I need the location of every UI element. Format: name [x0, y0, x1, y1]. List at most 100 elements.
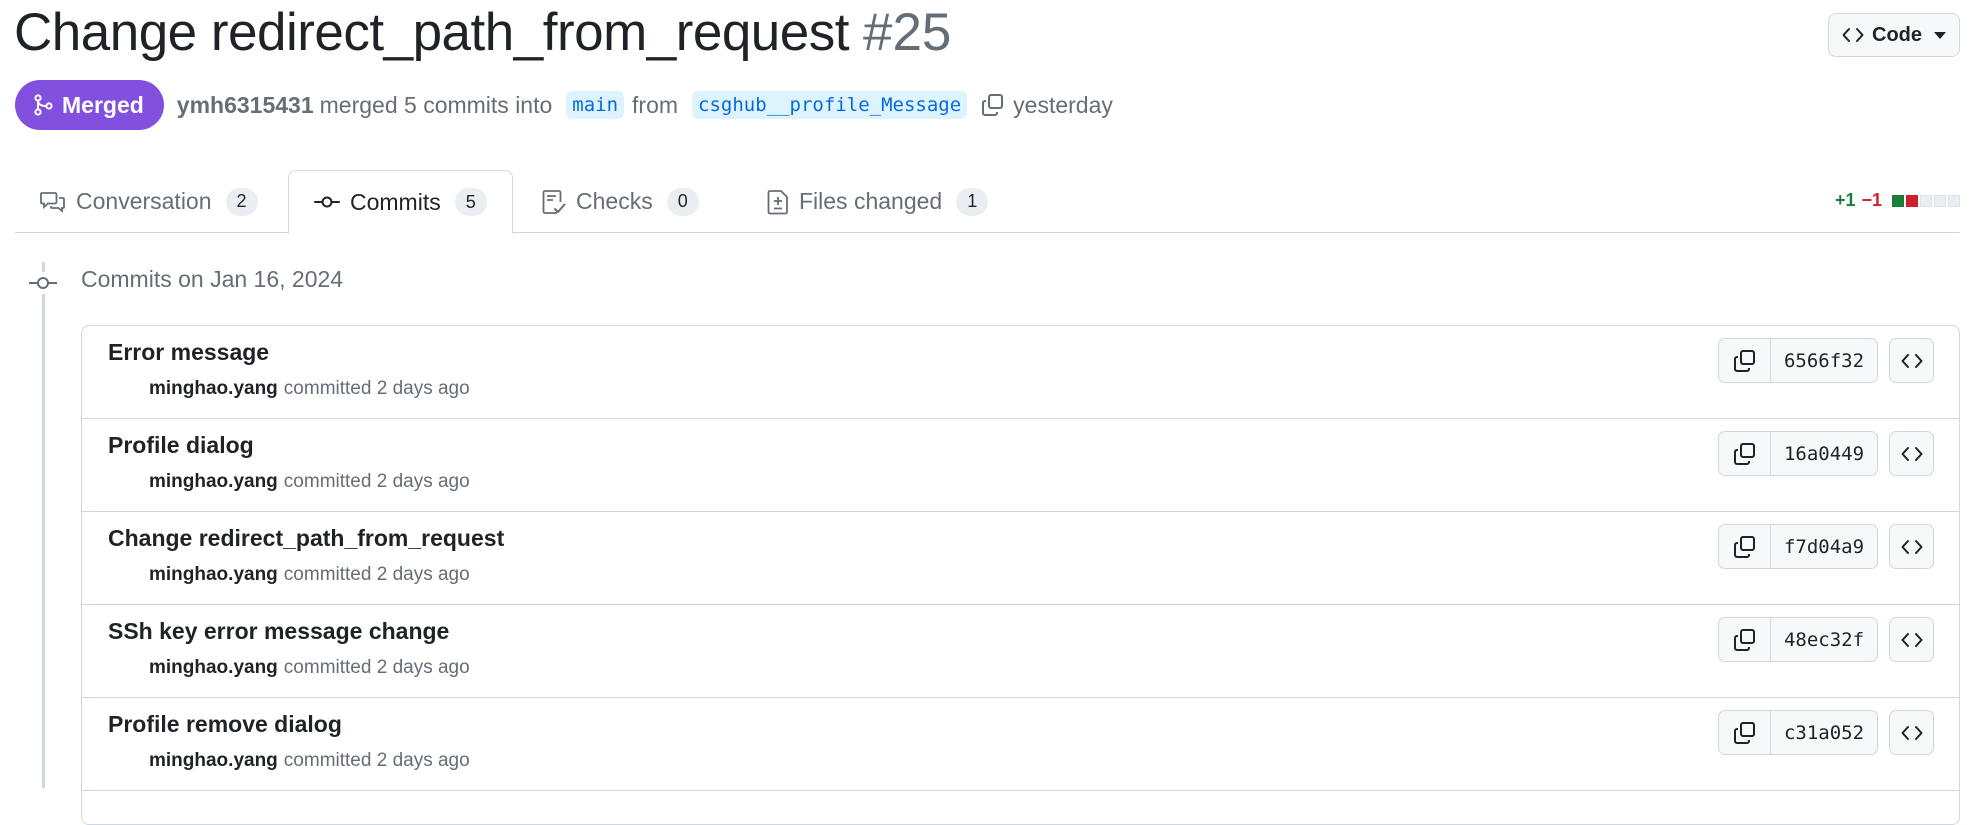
copy-sha-button[interactable] [1719, 432, 1771, 475]
chevron-down-icon [1934, 31, 1946, 39]
copy-sha-button[interactable] [1719, 618, 1771, 661]
commit-meta: minghao.yang committed 2 days ago [149, 378, 470, 400]
commit-meta: minghao.yang committed 2 days ago [149, 564, 470, 586]
commit-message-link[interactable]: Profile dialog [108, 432, 254, 459]
commit-sha-group: c31a052 [1718, 710, 1878, 755]
diffstat-additions: +1 [1834, 190, 1856, 210]
code-button-label: Code [1872, 23, 1922, 46]
commit-row: Profile remove dialog minghao.yang commit… [82, 698, 1959, 791]
browse-repo-button[interactable] [1889, 338, 1934, 383]
code-icon [1901, 538, 1923, 556]
commit-sha-group: 48ec32f [1718, 617, 1878, 662]
commit-author-link[interactable]: minghao.yang [149, 564, 278, 585]
tab-commits[interactable]: Commits 5 [288, 170, 513, 234]
commit-time: 2 days ago [376, 657, 470, 678]
commit-sha-link[interactable]: 6566f32 [1771, 339, 1877, 382]
code-icon [1901, 724, 1923, 742]
code-icon [1901, 352, 1923, 370]
commit-time: 2 days ago [376, 750, 470, 771]
browse-repo-button[interactable] [1889, 431, 1934, 476]
commit-list: Error message minghao.yang committed 2 da… [81, 325, 1960, 825]
copy-sha-button[interactable] [1719, 525, 1771, 568]
tab-counter: 0 [666, 187, 699, 216]
commit-sha-group: 16a0449 [1718, 431, 1878, 476]
commit-sha-link[interactable]: f7d04a9 [1771, 525, 1877, 568]
diffstat-block [1906, 194, 1918, 207]
commit-author-link[interactable]: minghao.yang [149, 750, 278, 771]
diffstat-block [1948, 194, 1960, 207]
copy-icon[interactable] [981, 93, 1005, 117]
copy-sha-button[interactable] [1719, 339, 1771, 382]
pr-title: Change redirect_path_from_request [14, 3, 849, 62]
commit-sha-group: 6566f32 [1718, 338, 1878, 383]
tab-counter: 1 [956, 187, 989, 216]
copy-sha-button[interactable] [1719, 711, 1771, 754]
diffstat-block [1934, 194, 1946, 207]
status-badge: Merged [15, 80, 164, 130]
tab-label: Commits [350, 188, 441, 215]
tab-files-changed[interactable]: Files changed 1 [742, 170, 1013, 233]
commit-message-link[interactable]: SSh key error message change [108, 618, 449, 645]
code-icon [1842, 26, 1864, 44]
pr-author-link[interactable]: ymh6315431 [177, 92, 314, 119]
commit-sha-group: f7d04a9 [1718, 524, 1878, 569]
timeline-line [42, 262, 45, 788]
copy-icon [1733, 535, 1757, 559]
status-badge-label: Merged [62, 91, 144, 118]
diffstat-block [1920, 194, 1932, 207]
copy-icon [1733, 442, 1757, 466]
commit-group-title: Commits on Jan 16, 2024 [81, 266, 344, 292]
merged-text: merged 5 commits into [319, 91, 553, 118]
code-icon [1901, 445, 1923, 463]
copy-icon [1733, 721, 1757, 745]
git-commit-icon [314, 195, 340, 209]
commit-author-link[interactable]: minghao.yang [149, 657, 278, 678]
git-merge-icon [33, 94, 53, 116]
tab-label: Conversation [76, 188, 212, 214]
copy-icon [1733, 628, 1757, 652]
commit-message-link[interactable]: Profile remove dialog [108, 711, 342, 738]
commit-message-link[interactable]: Error message [108, 339, 269, 366]
checklist-icon [542, 189, 566, 215]
pr-number: #25 [862, 3, 952, 62]
merged-time: yesterday [1013, 91, 1113, 118]
code-button[interactable]: Code [1828, 13, 1960, 57]
commit-action: committed [283, 378, 372, 399]
commit-row: Profile dialog minghao.yang committed 2 d… [82, 419, 1959, 512]
tab-label: Files changed [799, 188, 943, 214]
tab-counter: 5 [454, 188, 487, 216]
tab-checks[interactable]: Checks 0 [517, 170, 724, 233]
commit-meta: minghao.yang committed 2 days ago [149, 471, 470, 493]
git-commit-icon [28, 272, 58, 294]
commit-row: Change redirect_path_from_request mingha… [82, 512, 1959, 605]
comment-discussion-icon [40, 190, 66, 214]
commit-sha-link[interactable]: 48ec32f [1771, 618, 1877, 661]
from-text: from [632, 91, 679, 118]
commit-sha-link[interactable]: c31a052 [1771, 711, 1877, 754]
commit-sha-link[interactable]: 16a0449 [1771, 432, 1877, 475]
diffstat-deletions: −1 [1861, 190, 1882, 210]
commit-action: committed [283, 657, 372, 678]
browse-repo-button[interactable] [1889, 710, 1934, 755]
commit-message-link[interactable]: Change redirect_path_from_request [108, 525, 504, 552]
pr-tabs: Conversation 2 Commits 5 Checks 0 Files … [15, 170, 1960, 234]
commit-author-link[interactable]: minghao.yang [149, 378, 278, 399]
tab-conversation[interactable]: Conversation 2 [15, 170, 283, 233]
diffstat-block [1892, 194, 1904, 207]
commit-meta: minghao.yang committed 2 days ago [149, 657, 470, 679]
base-branch[interactable]: main [566, 91, 625, 119]
commit-row: SSh key error message change minghao.yan… [82, 605, 1959, 698]
browse-repo-button[interactable] [1889, 617, 1934, 662]
diffstat: +1 −1 [1835, 190, 1960, 211]
pr-meta: Merged ymh6315431 merged 5 commits into … [15, 80, 1119, 130]
commit-author-link[interactable]: minghao.yang [149, 471, 278, 492]
commit-row: Error message minghao.yang committed 2 da… [82, 326, 1959, 419]
copy-icon [1733, 349, 1757, 373]
pr-title-row: Change redirect_path_from_request #25 [14, 2, 951, 63]
tab-counter: 2 [225, 187, 258, 216]
head-branch[interactable]: csghub__profile_Message [692, 91, 968, 119]
commit-time: 2 days ago [376, 471, 470, 492]
browse-repo-button[interactable] [1889, 524, 1934, 569]
commit-time: 2 days ago [376, 378, 470, 399]
commit-action: committed [283, 564, 372, 585]
